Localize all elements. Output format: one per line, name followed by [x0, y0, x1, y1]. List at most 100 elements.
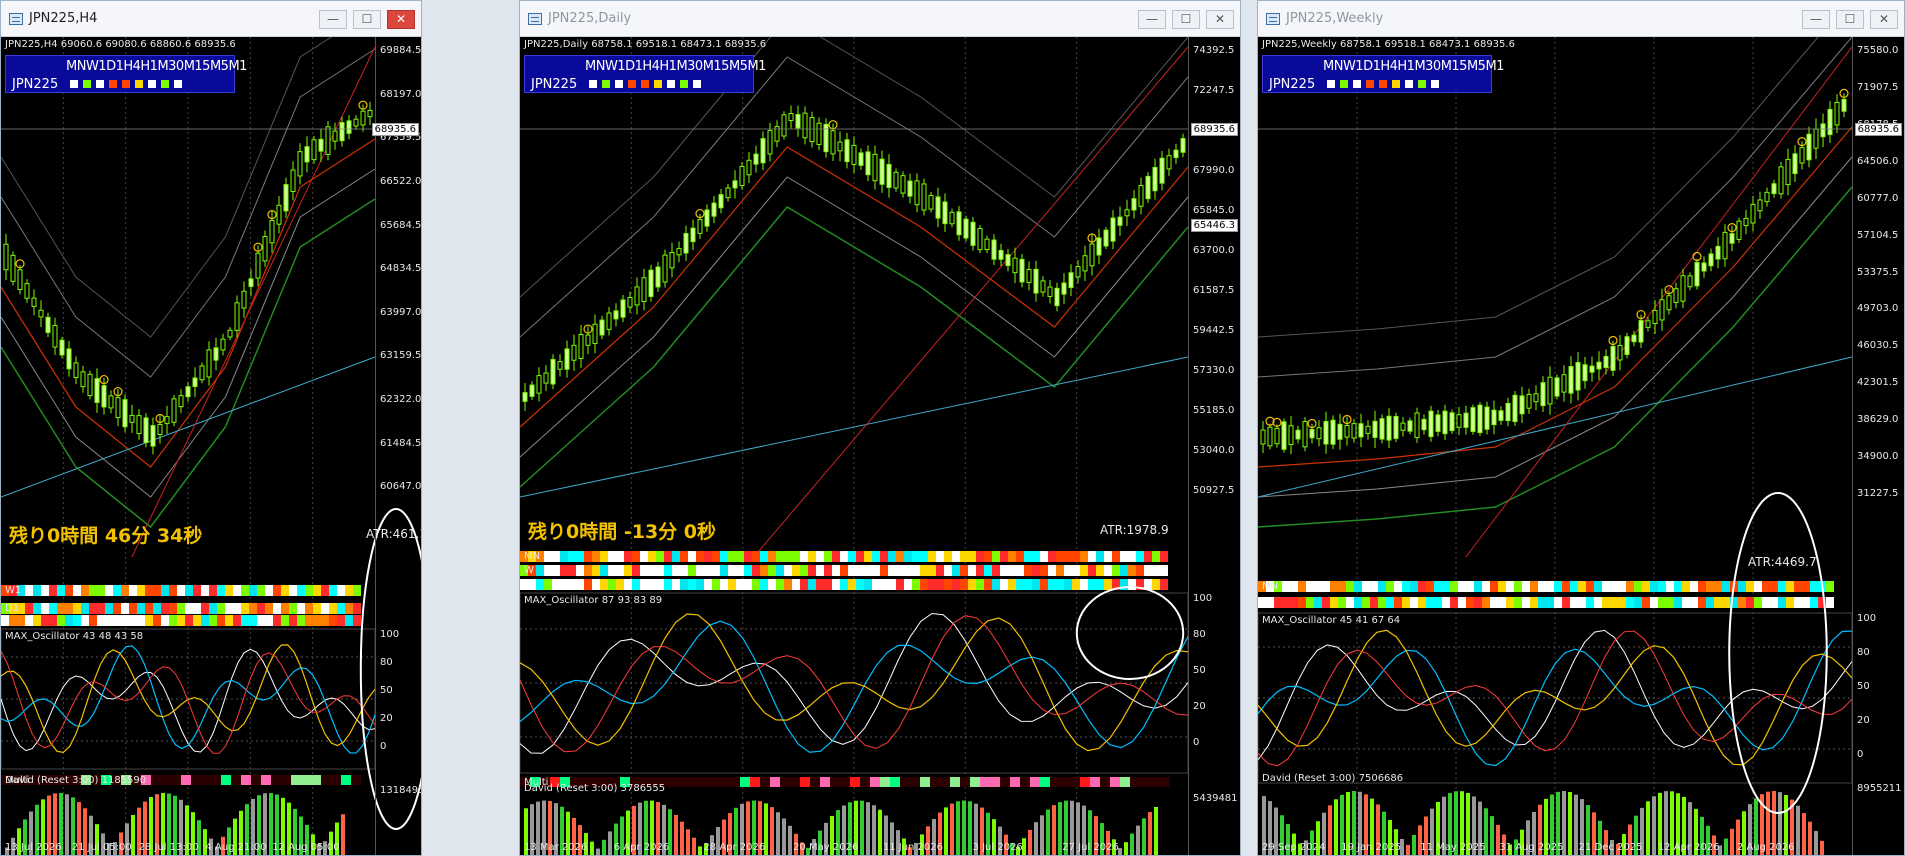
candle-body — [136, 415, 142, 434]
signal-strip-cell — [1032, 565, 1040, 576]
signal-strip-cell — [241, 603, 249, 614]
window-titlebar[interactable]: JPN225,H4 — ☐ ✕ — [1, 1, 421, 37]
signal-strip-cell — [920, 565, 928, 576]
current-price-tag: 68935.6 — [1190, 123, 1238, 136]
price-tick-label: 64506.0 — [1857, 155, 1899, 167]
candle-body — [297, 151, 303, 177]
chart-canvas[interactable]: 69884.5 68197.0 67359.5 66522.0 65684.5 64834… — [1, 37, 421, 855]
osc-tick-label: 80 — [380, 657, 393, 668]
close-button[interactable]: ✕ — [387, 10, 415, 29]
signal-strip-cell — [225, 603, 233, 614]
candle-body — [795, 114, 801, 129]
signal-strip-cell — [672, 579, 680, 590]
symbol-label: JPN225 — [531, 77, 578, 92]
candle-body — [858, 152, 864, 166]
candle-body — [914, 180, 920, 206]
signal-strip-cell — [1706, 581, 1714, 592]
signal-strip-cell — [1112, 551, 1120, 562]
candle-body — [1491, 409, 1497, 426]
signal-strip-cell — [1762, 581, 1770, 592]
candle-body — [1666, 295, 1672, 311]
chart-canvas[interactable]: 75580.071907.568178.564506.060777.057104… — [1258, 37, 1904, 855]
candle-body — [809, 117, 815, 143]
multi-strip-cell — [181, 775, 191, 785]
candle-body — [1407, 420, 1413, 432]
signal-strip-cell — [1514, 581, 1522, 592]
signal-strip-cell — [920, 551, 928, 562]
signal-strip-cell — [1458, 581, 1466, 592]
symbol-info-line: JPN225,Weekly 68758.1 69518.1 68473.1 68… — [1262, 39, 1515, 50]
multi-strip-cell — [161, 775, 171, 785]
signal-strip-cell — [1040, 565, 1048, 576]
signal-strip-cell — [1514, 597, 1522, 608]
candle-body — [1484, 406, 1490, 430]
signal-strip-cell — [1778, 597, 1786, 608]
timeframe-labels: MNW1D1H4H1M30M15M5M1 — [66, 59, 247, 74]
chart-window-weekly[interactable]: JPN225,Weekly — ☐ ✕ 75580.071907.568178.… — [1257, 0, 1905, 856]
signal-strip-cell — [928, 565, 936, 576]
signal-strip-cell — [65, 585, 73, 596]
minimize-button[interactable]: — — [1138, 10, 1166, 29]
signal-strip-cell — [1754, 597, 1762, 608]
signal-strip-cell — [600, 551, 608, 562]
candle-body — [1166, 155, 1172, 170]
signal-strip-cell — [1650, 597, 1658, 608]
signal-strip-cell — [816, 551, 824, 562]
multi-strip-cell — [1130, 777, 1140, 787]
chart-canvas[interactable]: 74392.572247.570102.567990.065845.063700… — [520, 37, 1240, 855]
signal-strip-cell — [1458, 597, 1466, 608]
chart-window-h4[interactable]: JPN225,H4 — ☐ ✕ 69884.5 68197.0 67359.5 665… — [0, 0, 422, 856]
signal-strip-cell — [952, 579, 960, 590]
signal-strip-cell — [896, 565, 904, 576]
minimize-button[interactable]: — — [1802, 10, 1830, 29]
chart-window-daily[interactable]: JPN225,Daily — ☐ ✕ 74392.572247.570102.5… — [519, 0, 1241, 856]
signal-strip-cell — [121, 585, 129, 596]
date-tick-label: 20 May 2026 — [793, 842, 859, 853]
signal-strip-cell — [616, 551, 624, 562]
window-titlebar[interactable]: JPN225,Daily — ☐ ✕ — [520, 1, 1240, 37]
signal-strip-cell — [329, 603, 337, 614]
candle-body — [199, 365, 205, 381]
candle-body — [1575, 362, 1581, 391]
signal-strip-cell — [648, 551, 656, 562]
signal-strip-cell — [49, 585, 57, 596]
candle-body — [1470, 407, 1476, 432]
date-tick-label: 21 Jul 05:00 — [71, 842, 132, 853]
timeframe-signal-square — [109, 80, 117, 88]
signal-strip-cell — [624, 565, 632, 576]
signal-strip-cell — [185, 585, 193, 596]
signal-strip-cell — [1490, 597, 1498, 608]
signal-strip-cell — [81, 585, 89, 596]
current-price-tag: 68935.6 — [371, 123, 419, 136]
close-button[interactable]: ✕ — [1870, 10, 1898, 29]
signal-strip-cell — [1160, 551, 1168, 562]
signal-strip-cell — [672, 551, 680, 562]
candle-body — [907, 180, 913, 197]
close-button[interactable]: ✕ — [1206, 10, 1234, 29]
signal-strip-cell — [1136, 565, 1144, 576]
time-axis: 29 Sep 2024 19 Jan 2025 11 May 2025 31 Aug … — [1258, 841, 1904, 855]
signal-strip-cell — [808, 565, 816, 576]
signal-strip-cell — [672, 565, 680, 576]
maximize-button[interactable]: ☐ — [1172, 10, 1200, 29]
maximize-button[interactable]: ☐ — [1836, 10, 1864, 29]
signal-strip-cell — [121, 615, 129, 626]
signal-strip-cell — [225, 585, 233, 596]
candle-body — [1512, 394, 1518, 423]
signal-strip-cell — [1024, 579, 1032, 590]
candle-body — [1561, 374, 1567, 393]
maximize-button[interactable]: ☐ — [353, 10, 381, 29]
candle-body — [353, 118, 359, 127]
minimize-button[interactable]: — — [319, 10, 347, 29]
price-tick-label: 55185.0 — [1193, 405, 1235, 416]
signal-strip-cell — [856, 579, 864, 590]
candle-body — [1152, 166, 1158, 192]
window-titlebar[interactable]: JPN225,Weekly — ☐ ✕ — [1258, 1, 1904, 37]
date-tick-label: 13 Jul 2026 — [5, 842, 62, 853]
multi-strip-cell — [1140, 777, 1150, 787]
signal-strip-cell — [1104, 565, 1112, 576]
candle-body — [816, 122, 822, 145]
price-tick-label: 65845.0 — [1193, 205, 1235, 216]
signal-strip-cell — [632, 551, 640, 562]
price-tick-label: 75580.0 — [1857, 45, 1899, 56]
